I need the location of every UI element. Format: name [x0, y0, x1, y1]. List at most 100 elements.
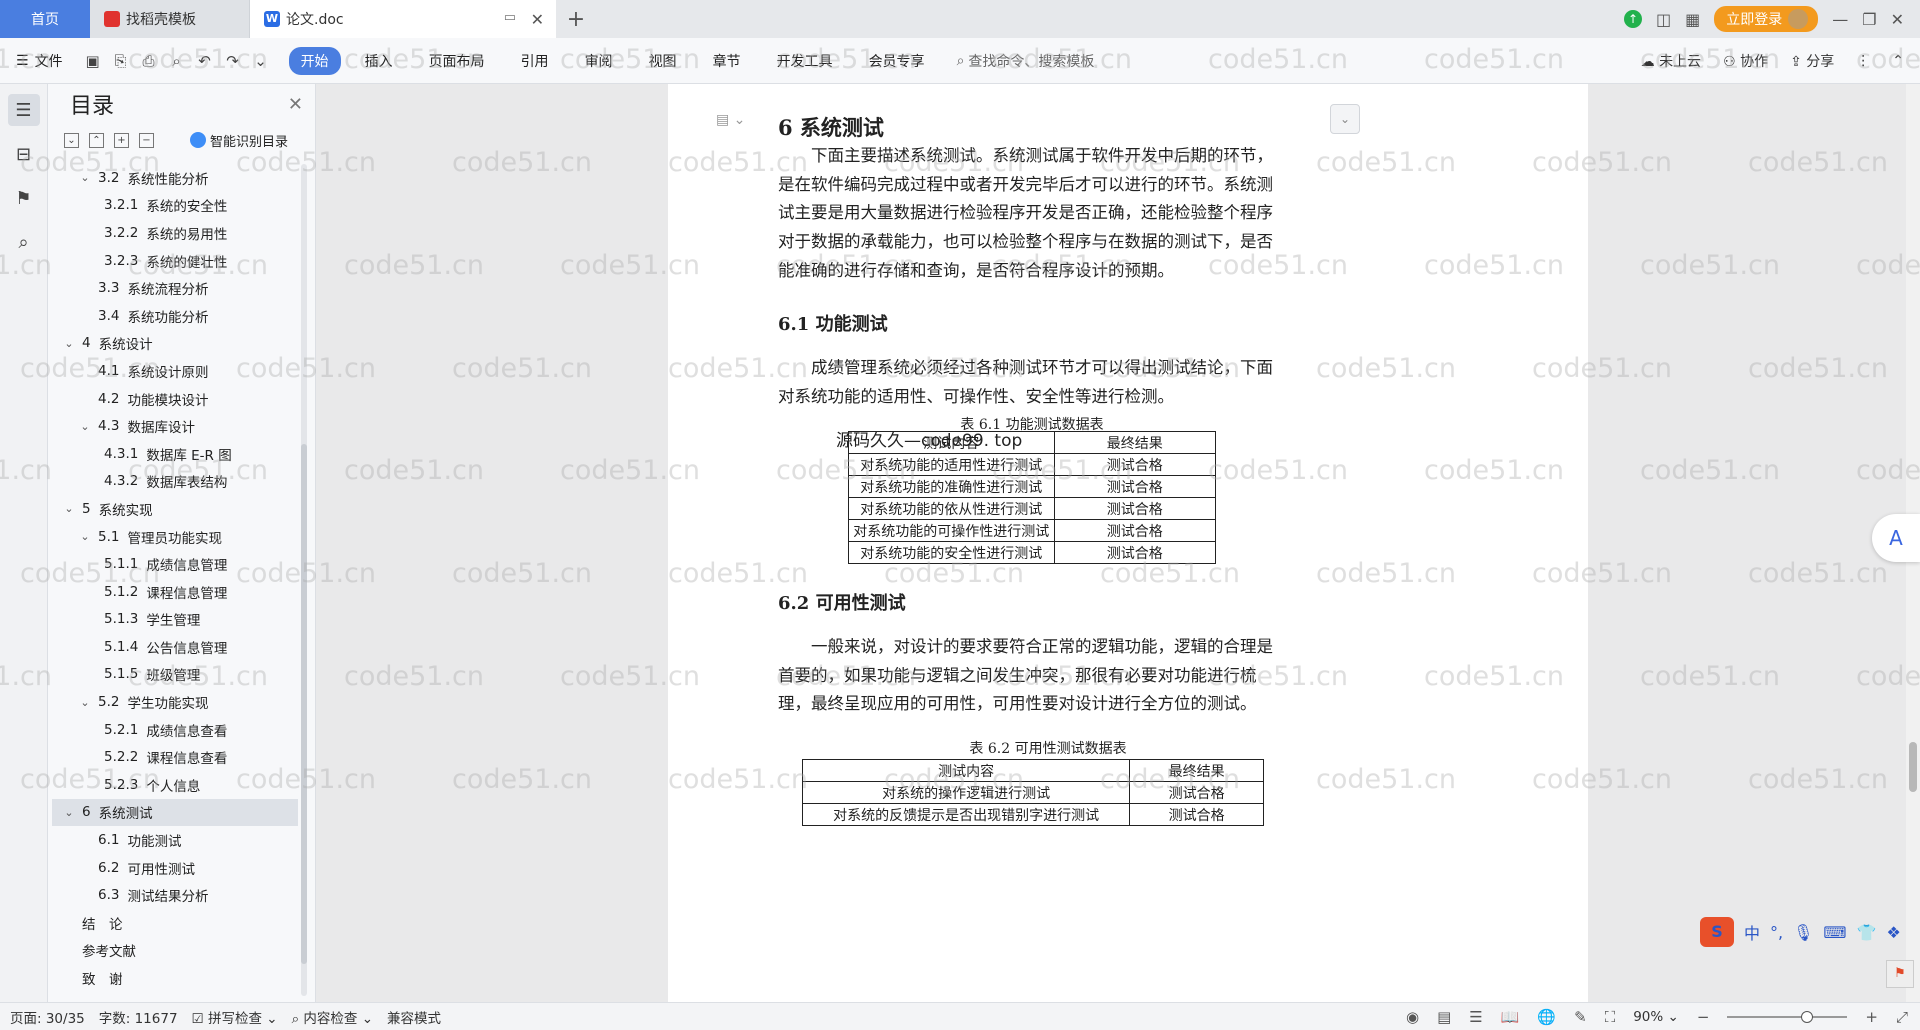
- toc-item[interactable]: 3.2.2 系统的易用性: [52, 219, 298, 247]
- close-tab-icon[interactable]: ✕: [531, 10, 544, 29]
- toc-item[interactable]: 5.1.3 学生管理: [52, 606, 298, 634]
- toc-item[interactable]: 参考文献: [52, 937, 298, 965]
- toc-item[interactable]: 4.3.1 数据库 E-R 图: [52, 440, 298, 468]
- ribbon-tab-layout[interactable]: 页面布局: [417, 47, 497, 75]
- web-view-icon[interactable]: 🌐: [1537, 1008, 1556, 1026]
- filter-icon[interactable]: ⌄: [1330, 104, 1360, 134]
- page-menu-icon[interactable]: ▤ ⌄: [716, 112, 745, 128]
- ribbon-tab-member[interactable]: 会员专享: [857, 47, 937, 75]
- new-tab-button[interactable]: +: [556, 0, 596, 38]
- toc-item[interactable]: 3.4 系统功能分析: [52, 302, 298, 330]
- toc-item[interactable]: ⌄ 4.3 数据库设计: [52, 412, 298, 440]
- punctuation-icon[interactable]: °,: [1770, 923, 1783, 942]
- toc-item[interactable]: ⌄ 5.1 管理员功能实现: [52, 523, 298, 551]
- chevron-down-icon[interactable]: ⌄: [78, 420, 92, 433]
- login-button[interactable]: 立即登录: [1714, 6, 1819, 32]
- toc-item[interactable]: 3.2.3 系统的健壮性: [52, 247, 298, 275]
- minimize-icon[interactable]: —: [1832, 10, 1848, 29]
- toc-item[interactable]: ⌄ 4 系统设计: [52, 330, 298, 358]
- microphone-icon[interactable]: 🎙: [1793, 923, 1813, 942]
- toc-item[interactable]: 5.1.2 课程信息管理: [52, 578, 298, 606]
- close-icon[interactable]: ✕: [288, 94, 303, 115]
- monitor-icon[interactable]: ▭: [504, 10, 516, 25]
- toc-item[interactable]: 5.2.3 个人信息: [52, 771, 298, 799]
- navigation-icon[interactable]: ⊟: [8, 138, 40, 170]
- toc-item[interactable]: 6.3 测试结果分析: [52, 881, 298, 909]
- zoom-slider-knob[interactable]: [1801, 1011, 1814, 1023]
- toc-scroll-thumb[interactable]: [301, 444, 307, 964]
- remove-entry-icon[interactable]: −: [139, 132, 154, 148]
- file-menu[interactable]: ☰ 文件: [16, 51, 63, 71]
- page-indicator[interactable]: 页面: 30/35: [10, 1007, 85, 1027]
- tab-document[interactable]: W 论文.doc ▭ ✕: [250, 0, 556, 38]
- export-icon[interactable]: ⎘: [109, 52, 133, 70]
- toc-scrollbar[interactable]: [301, 164, 307, 996]
- ribbon-tab-review[interactable]: 审阅: [573, 47, 625, 75]
- chevron-down-icon[interactable]: ⌄: [78, 171, 92, 184]
- toc-panel-icon[interactable]: ☰: [7, 94, 40, 126]
- chevron-down-icon[interactable]: ⌄: [62, 337, 76, 350]
- keyboard-icon[interactable]: ⌨: [1823, 923, 1846, 942]
- assistant-icon[interactable]: A: [1872, 514, 1920, 562]
- toc-item[interactable]: 5.1.4 公告信息管理: [52, 633, 298, 661]
- ime-lang[interactable]: 中: [1744, 920, 1760, 944]
- collapse-up-icon[interactable]: ⌃: [89, 132, 104, 148]
- preview-icon[interactable]: ⌕: [165, 52, 189, 70]
- chevron-down-icon[interactable]: ⌄: [62, 806, 76, 819]
- ribbon-tab-developer[interactable]: 开发工具: [765, 47, 845, 75]
- redo-icon[interactable]: ↷: [221, 52, 245, 70]
- toc-item[interactable]: 4.3.2 数据库表结构: [52, 468, 298, 496]
- zoom-out-icon[interactable]: −: [1697, 1008, 1710, 1026]
- restore-icon[interactable]: ❐: [1862, 10, 1876, 29]
- toc-item[interactable]: 3.3 系统流程分析: [52, 274, 298, 302]
- outline-view-icon[interactable]: ☰: [1469, 1008, 1482, 1026]
- document-scroll-thumb[interactable]: [1909, 742, 1917, 792]
- chevron-down-icon[interactable]: ⌄: [78, 696, 92, 709]
- share-button[interactable]: ⇪ 分享: [1790, 51, 1834, 71]
- command-search[interactable]: ⌕ 查找命令、搜索模板: [957, 51, 1095, 71]
- document-page[interactable]: ▤ ⌄ 6 系统测试 下面主要描述系统测试。系统测试属于软件开发中后期的环节，是…: [668, 84, 1588, 1002]
- ribbon-tab-home[interactable]: 开始: [288, 46, 341, 75]
- sogou-logo-icon[interactable]: S: [1700, 917, 1734, 947]
- toc-item[interactable]: 致 谢: [52, 964, 298, 992]
- apps-icon[interactable]: ❖: [1886, 923, 1900, 942]
- toc-item[interactable]: ⌄ 6 系统测试: [52, 798, 298, 827]
- ribbon-tab-section[interactable]: 章节: [701, 47, 753, 75]
- chevron-down-icon[interactable]: ⌄: [78, 530, 92, 543]
- fullscreen-icon[interactable]: ⤢: [1896, 1008, 1908, 1026]
- toc-item[interactable]: 5.1.5 班级管理: [52, 661, 298, 689]
- ai-toc-button[interactable]: 智能识别目录: [190, 131, 288, 150]
- eye-icon[interactable]: ◉: [1406, 1008, 1419, 1026]
- grid-apps-icon[interactable]: ▦: [1685, 10, 1700, 29]
- add-entry-icon[interactable]: +: [114, 132, 129, 148]
- skin-icon[interactable]: 👕: [1857, 923, 1877, 942]
- toc-item[interactable]: 5.2.2 课程信息查看: [52, 743, 298, 771]
- toc-item[interactable]: 4.2 功能模块设计: [52, 385, 298, 413]
- ribbon-tab-view[interactable]: 视图: [637, 47, 689, 75]
- spell-check-button[interactable]: ☑ 拼写检查 ⌄: [192, 1007, 278, 1027]
- toc-item[interactable]: ⌄ 3.2 系统性能分析: [52, 164, 298, 192]
- toc-item[interactable]: 5.1.1 成绩信息管理: [52, 550, 298, 578]
- more-icon[interactable]: ⋮: [1856, 53, 1870, 69]
- toc-item[interactable]: ⌄ 5 系统实现: [52, 495, 298, 523]
- reading-view-icon[interactable]: 📖: [1501, 1008, 1520, 1026]
- chevron-down-icon[interactable]: ⌄: [62, 502, 76, 515]
- toc-item[interactable]: 6.2 可用性测试: [52, 854, 298, 882]
- undo-icon[interactable]: ↶: [193, 52, 217, 70]
- zoom-in-icon[interactable]: +: [1865, 1008, 1878, 1026]
- close-window-icon[interactable]: ✕: [1891, 10, 1904, 29]
- tab-home[interactable]: 首页: [0, 0, 90, 38]
- toc-item[interactable]: 3.2.1 系统的安全性: [52, 192, 298, 220]
- save-icon[interactable]: ▣: [81, 52, 105, 70]
- toc-item[interactable]: 6.1 功能测试: [52, 826, 298, 854]
- chevron-down-icon[interactable]: ⌄: [249, 52, 273, 70]
- page-view-icon[interactable]: ▤: [1437, 1008, 1451, 1026]
- zoom-level[interactable]: 90% ⌄: [1633, 1009, 1679, 1025]
- fit-page-icon[interactable]: ⛶: [1605, 1008, 1616, 1026]
- chevron-up-icon[interactable]: ⌃: [1892, 53, 1904, 69]
- ribbon-tab-references[interactable]: 引用: [509, 47, 561, 75]
- pen-icon[interactable]: ✎: [1574, 1008, 1587, 1026]
- zoom-slider[interactable]: [1727, 1011, 1848, 1023]
- feedback-icon[interactable]: ⚑: [1886, 960, 1914, 988]
- find-icon[interactable]: ⌕: [8, 226, 40, 258]
